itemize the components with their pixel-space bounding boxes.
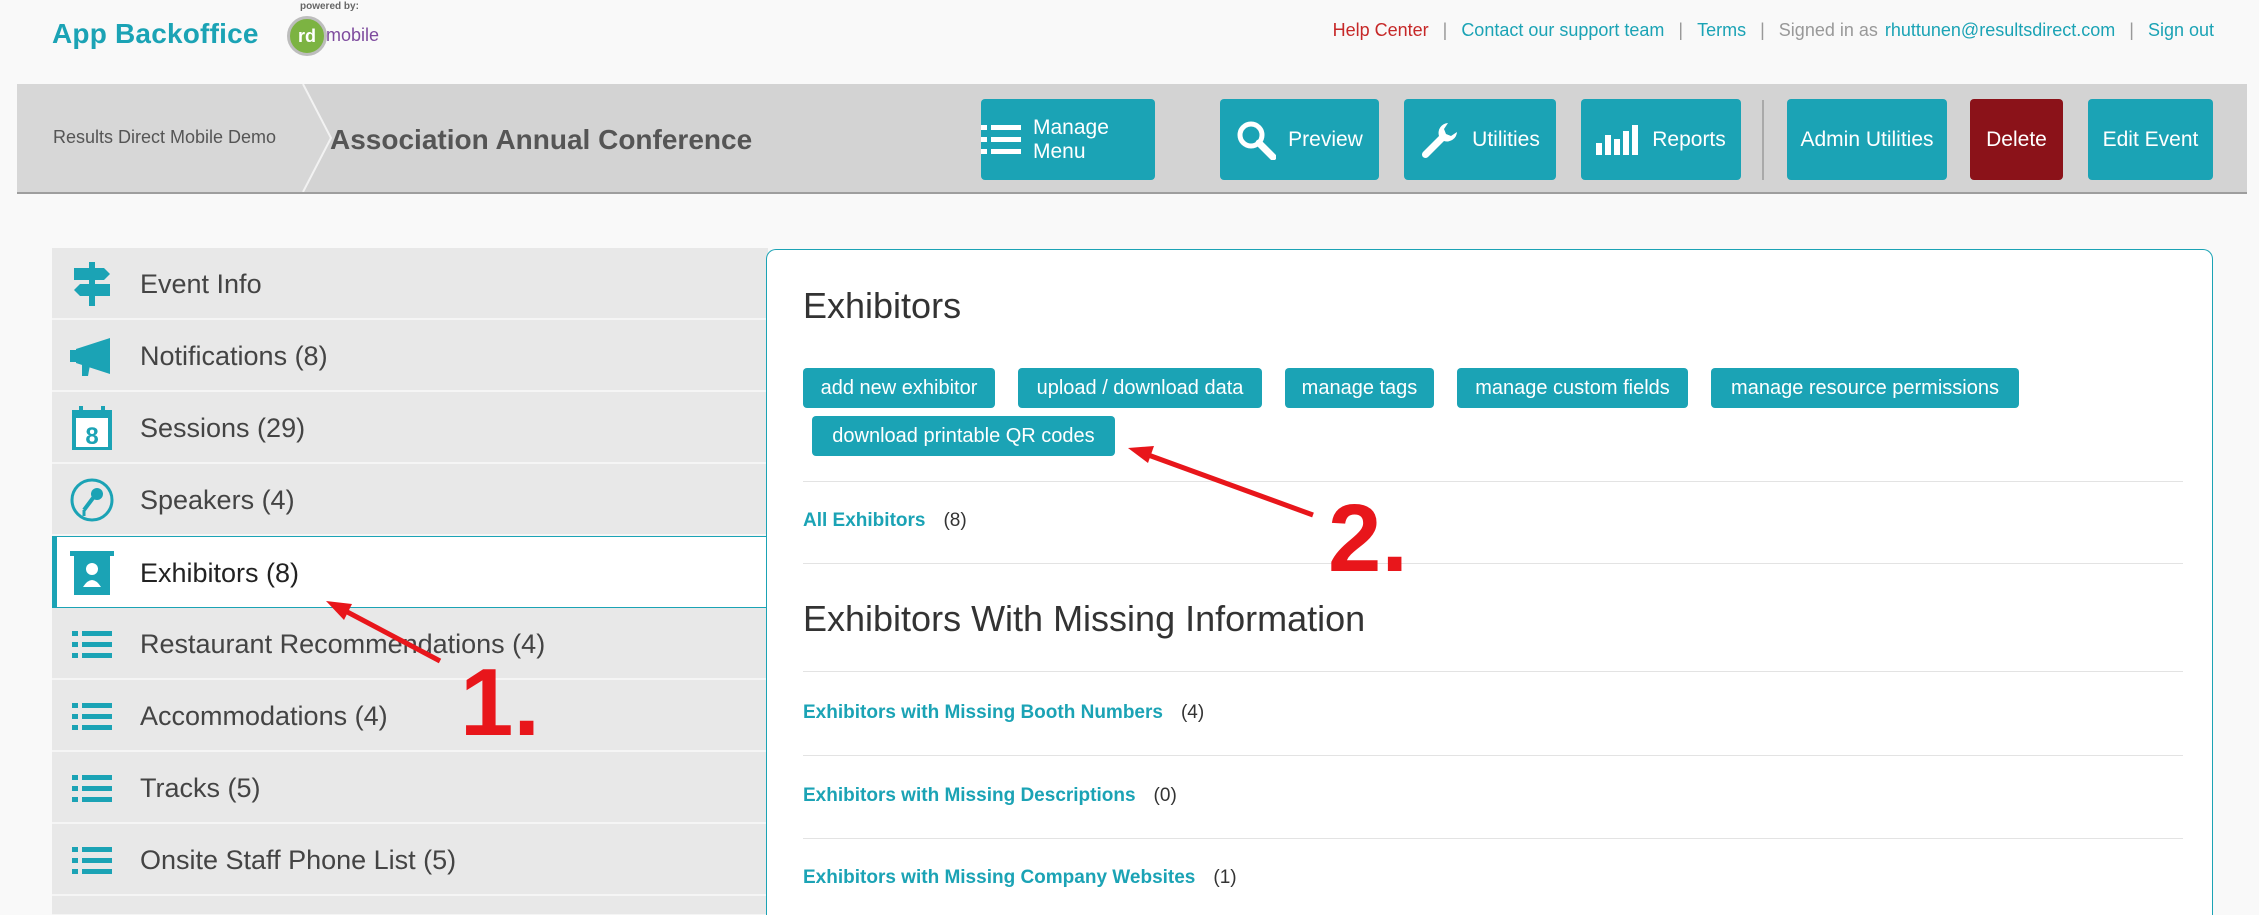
missing-info-title: Exhibitors With Missing Information bbox=[803, 598, 1366, 639]
all-exhibitors-link[interactable]: All Exhibitors bbox=[803, 510, 925, 532]
list-icon bbox=[72, 847, 112, 874]
add-new-exhibitor-button[interactable]: add new exhibitor bbox=[803, 368, 995, 408]
search-icon bbox=[1237, 121, 1277, 160]
list-icon bbox=[72, 631, 112, 658]
edit-event-button[interactable]: Edit Event bbox=[2088, 99, 2213, 180]
sidebar-item-onsite-staff-phone-list[interactable]: Onsite Staff Phone List (5) bbox=[52, 824, 768, 896]
exhibitor-booth-icon bbox=[70, 551, 114, 595]
button-divider bbox=[1762, 100, 1764, 180]
sidebar-item-tracks[interactable]: Tracks (5) bbox=[52, 752, 768, 824]
annotation-step-1: 1. bbox=[460, 649, 541, 756]
separator: | bbox=[1678, 20, 1684, 40]
separator: | bbox=[1442, 20, 1448, 40]
separator: | bbox=[1760, 20, 1765, 40]
rd-logo-text: mobile bbox=[326, 25, 380, 45]
divider bbox=[803, 838, 2183, 839]
manage-menu-label: Manage Menu bbox=[1033, 115, 1109, 163]
reports-button[interactable]: Reports bbox=[1581, 99, 1741, 180]
event-header-bar: Results Direct Mobile Demo Association A… bbox=[17, 84, 2247, 194]
sidebar-item-notifications[interactable]: Notifications (8) bbox=[52, 320, 768, 392]
manage-menu-button[interactable]: Manage Menu bbox=[981, 99, 1155, 180]
divider bbox=[803, 755, 2183, 756]
sidebar-item-accommodations[interactable]: Accommodations (4) bbox=[52, 680, 768, 752]
sidebar-item-label: Tracks (5) bbox=[140, 773, 261, 803]
manage-resource-permissions-button[interactable]: manage resource permissions bbox=[1711, 368, 2019, 408]
preview-button[interactable]: Preview bbox=[1220, 99, 1379, 180]
divider bbox=[803, 481, 2183, 482]
list-icon bbox=[981, 124, 1021, 154]
preview-label: Preview bbox=[1288, 127, 1363, 151]
calendar-icon: 8 bbox=[72, 406, 112, 450]
missing-company-websites-link[interactable]: Exhibitors with Missing Company Websites bbox=[803, 867, 1195, 889]
divider bbox=[803, 563, 2183, 564]
missing-company-websites-count: (1) bbox=[1213, 867, 1237, 888]
bar-chart-icon bbox=[1596, 124, 1639, 155]
divider bbox=[803, 671, 2183, 672]
missing-booth-numbers-link[interactable]: Exhibitors with Missing Booth Numbers bbox=[803, 702, 1163, 724]
powered-by-label: powered by: bbox=[300, 1, 359, 12]
sidebar-item-sessions[interactable]: 8 Sessions (29) bbox=[52, 392, 768, 464]
wrench-icon bbox=[1422, 122, 1458, 158]
sidebar-item-label: Onsite Staff Phone List (5) bbox=[140, 845, 457, 875]
missing-descriptions-link[interactable]: Exhibitors with Missing Descriptions bbox=[803, 785, 1136, 807]
sidebar-item-label: Accommodations (4) bbox=[140, 701, 388, 731]
svg-text:8: 8 bbox=[85, 423, 98, 450]
delete-button[interactable]: Delete bbox=[1970, 99, 2063, 180]
terms-link[interactable]: Terms bbox=[1697, 20, 1746, 41]
list-item: All Exhibitors (8) bbox=[803, 510, 967, 532]
signed-in-label: Signed in as bbox=[1778, 20, 1878, 40]
breadcrumb-organization[interactable]: Results Direct Mobile Demo bbox=[53, 127, 276, 148]
sidebar-item-label: Exhibitors (8) bbox=[140, 558, 300, 588]
manage-custom-fields-button[interactable]: manage custom fields bbox=[1457, 368, 1688, 408]
list-icon bbox=[72, 775, 112, 802]
annotation-step-2: 2. bbox=[1328, 485, 1409, 592]
sidebar-nav: Event Info Notifications (8) 8 Sessions … bbox=[52, 248, 774, 915]
list-icon bbox=[72, 703, 112, 730]
separator: | bbox=[2129, 20, 2134, 40]
edit-event-label: Edit Event bbox=[2102, 127, 2199, 151]
manage-tags-button[interactable]: manage tags bbox=[1285, 368, 1434, 408]
rd-mobile-logo: powered by: rd mobile bbox=[285, 0, 385, 62]
sidebar-item-event-info[interactable]: Event Info bbox=[52, 248, 768, 320]
list-item: Exhibitors with Missing Descriptions (0) bbox=[803, 785, 1177, 807]
sidebar-item-restaurant-recommendations[interactable]: Restaurant Recommendations (4) bbox=[52, 608, 768, 680]
missing-booth-numbers-count: (4) bbox=[1180, 702, 1205, 723]
admin-utilities-button[interactable]: Admin Utilities bbox=[1787, 99, 1947, 180]
sidebar-item-label: Speakers (4) bbox=[140, 485, 295, 515]
sidebar-item-exhibitors[interactable]: Exhibitors (8) bbox=[52, 536, 774, 608]
help-center-link[interactable]: Help Center bbox=[1333, 20, 1429, 41]
exhibitors-panel: Exhibitors add new exhibitor upload / do… bbox=[766, 249, 2213, 915]
upload-download-data-button[interactable]: upload / download data bbox=[1018, 368, 1262, 408]
megaphone-icon bbox=[70, 338, 110, 376]
page-title: Exhibitors bbox=[803, 285, 962, 326]
contact-support-link[interactable]: Contact our support team bbox=[1461, 20, 1664, 41]
top-links: Help Center | Contact our support team |… bbox=[1333, 20, 2214, 41]
delete-label: Delete bbox=[1986, 127, 2047, 151]
missing-descriptions-count: (0) bbox=[1153, 785, 1177, 806]
sign-out-link[interactable]: Sign out bbox=[2148, 20, 2214, 41]
sidebar-item-speakers[interactable]: Speakers (4) bbox=[52, 464, 768, 536]
brand-name[interactable]: App Backoffice bbox=[52, 18, 259, 50]
app-window: { "header": { "brand": "App Backoffice",… bbox=[0, 0, 2259, 915]
list-item: Exhibitors with Missing Booth Numbers (4… bbox=[803, 702, 1204, 724]
sidebar-item-label: Event Info bbox=[140, 269, 262, 299]
admin-utilities-label: Admin Utilities bbox=[1800, 127, 1934, 151]
user-email-link[interactable]: rhuttunen@resultsdirect.com bbox=[1885, 20, 2115, 41]
sidebar-item-partial[interactable] bbox=[52, 896, 768, 915]
signpost-icon bbox=[74, 262, 110, 306]
reports-label: Reports bbox=[1652, 127, 1726, 151]
all-exhibitors-count: (8) bbox=[943, 510, 967, 531]
utilities-button[interactable]: Utilities bbox=[1404, 99, 1556, 180]
microphone-icon bbox=[70, 478, 114, 522]
breadcrumb: Results Direct Mobile Demo bbox=[17, 84, 303, 192]
sidebar-item-label: Sessions (29) bbox=[140, 413, 306, 443]
utilities-label: Utilities bbox=[1472, 127, 1540, 151]
download-qr-codes-button[interactable]: download printable QR codes bbox=[812, 416, 1115, 456]
top-bar: App Backoffice powered by: rd mobile Hel… bbox=[0, 0, 2259, 84]
sidebar-item-label: Notifications (8) bbox=[140, 341, 328, 371]
rd-logo-mark: rd bbox=[287, 16, 327, 56]
event-title: Association Annual Conference bbox=[330, 124, 753, 155]
list-item: Exhibitors with Missing Company Websites… bbox=[803, 867, 1237, 889]
